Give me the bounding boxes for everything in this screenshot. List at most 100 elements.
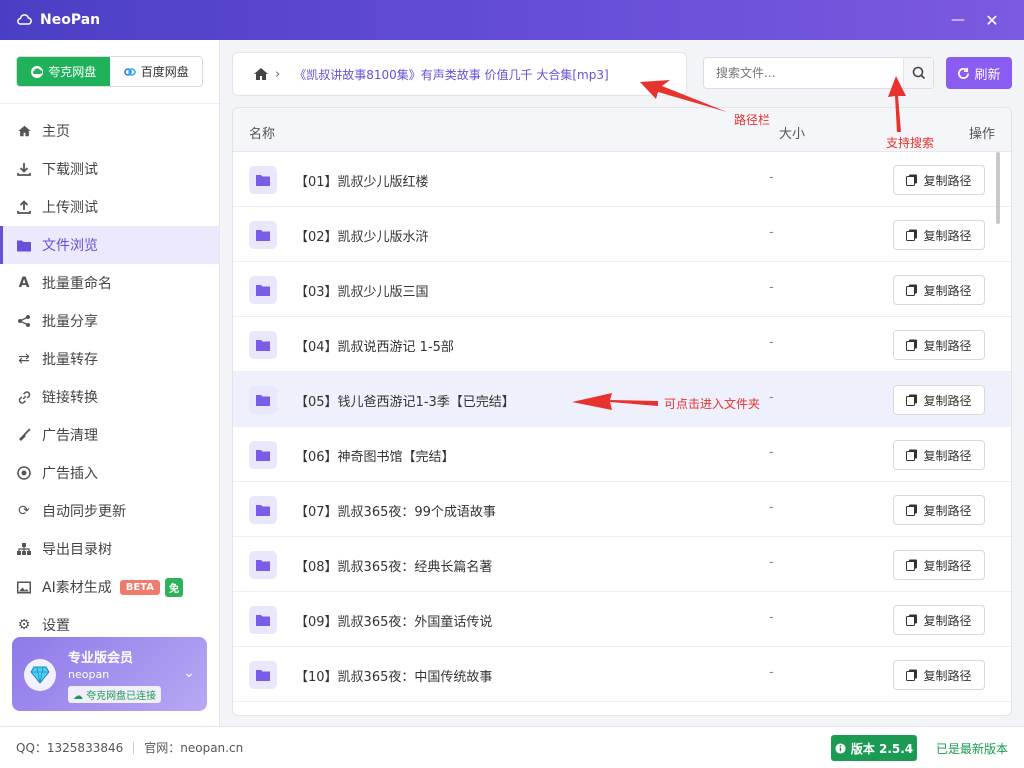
file-size: -	[769, 225, 774, 240]
copy-path-label: 复制路径	[923, 228, 972, 243]
copy-icon	[906, 614, 918, 626]
quark-cloud-icon	[31, 65, 44, 78]
copy-path-button[interactable]: 复制路径	[893, 440, 985, 470]
sidebar-item-11[interactable]: 导出目录树	[0, 530, 219, 568]
table-scrollbar[interactable]	[996, 152, 1000, 224]
copy-path-label: 复制路径	[923, 503, 972, 518]
sidebar-item-label: 导出目录树	[42, 542, 112, 558]
sidebar-item-3[interactable]: 文件浏览	[0, 226, 219, 264]
baidu-drive-tab[interactable]: 百度网盘	[110, 57, 203, 86]
search-button[interactable]	[903, 58, 933, 88]
table-row[interactable]: 【09】凯叔365夜：外国童话传说 - 复制路径	[233, 592, 1011, 647]
sidebar-item-label: AI素材生成	[42, 580, 112, 596]
copy-icon	[906, 504, 918, 516]
table-row[interactable]: 【07】凯叔365夜：99个成语故事 - 复制路径	[233, 482, 1011, 537]
file-name[interactable]: 【01】凯叔少儿版红楼	[295, 171, 429, 190]
folder-icon	[249, 221, 277, 249]
sidebar-item-5[interactable]: 批量分享	[0, 302, 219, 340]
table-row[interactable]: 【08】凯叔365夜：经典长篇名著 - 复制路径	[233, 537, 1011, 592]
file-name[interactable]: 【07】凯叔365夜：99个成语故事	[295, 501, 496, 520]
info-icon	[835, 742, 846, 754]
table-row[interactable]: 【05】钱儿爸西游记1-3季【已完结】 - 复制路径	[233, 372, 1011, 427]
copy-path-label: 复制路径	[923, 613, 972, 628]
website-link[interactable]: 官网：neopan.cn	[144, 739, 243, 756]
copy-icon	[906, 559, 918, 571]
copy-icon	[906, 284, 918, 296]
copy-path-button[interactable]: 复制路径	[893, 275, 985, 305]
sidebar-item-1[interactable]: 下载测试	[0, 150, 219, 188]
settings-icon: ⚙	[17, 617, 31, 633]
file-name[interactable]: 【04】凯叔说西游记 1-5部	[295, 336, 454, 355]
copy-path-button[interactable]: 复制路径	[893, 660, 985, 690]
file-name[interactable]: 【03】凯叔少儿版三国	[295, 281, 429, 300]
copy-path-button[interactable]: 复制路径	[893, 550, 985, 580]
file-size: -	[769, 390, 774, 405]
update-status: 已是最新版本	[936, 742, 1009, 756]
copy-path-button[interactable]: 复制路径	[893, 330, 985, 360]
sidebar-item-7[interactable]: 链接转换	[0, 378, 219, 416]
refresh-icon	[958, 67, 970, 79]
member-card[interactable]: 专业版会员 neopan ☁ 夸克网盘已连接 ⌄	[12, 637, 207, 711]
baidu-cloud-icon	[123, 67, 136, 76]
diamond-icon	[24, 659, 56, 691]
file-name[interactable]: 【06】神奇图书馆【完结】	[295, 446, 455, 465]
version-label: 版本 2.5.4	[850, 741, 914, 756]
chevron-down-icon[interactable]: ⌄	[183, 665, 195, 681]
file-size: -	[769, 500, 774, 515]
table-row[interactable]: 【02】凯叔少儿版水浒 - 复制路径	[233, 207, 1011, 262]
sidebar-item-6[interactable]: ⇄ 批量转存	[0, 340, 219, 378]
quark-drive-tab[interactable]: 夸克网盘	[17, 57, 110, 86]
table-row[interactable]: 【04】凯叔说西游记 1-5部 - 复制路径	[233, 317, 1011, 372]
file-name[interactable]: 【10】凯叔365夜：中国传统故事	[295, 666, 492, 685]
sidebar-item-2[interactable]: 上传测试	[0, 188, 219, 226]
sidebar-item-9[interactable]: 广告插入	[0, 454, 219, 492]
copy-icon	[906, 339, 918, 351]
search-input[interactable]	[704, 58, 903, 88]
copy-path-label: 复制路径	[923, 558, 972, 573]
copy-path-button[interactable]: 复制路径	[893, 220, 985, 250]
transfer-icon: ⇄	[18, 351, 30, 367]
file-size: -	[769, 335, 774, 350]
copy-path-label: 复制路径	[923, 448, 972, 463]
table-row[interactable]: 【03】凯叔少儿版三国 - 复制路径	[233, 262, 1011, 317]
copy-path-button[interactable]: 复制路径	[893, 165, 985, 195]
breadcrumb-path[interactable]: 《凯叔讲故事8100集》有声类故事 价值几千 大合集[mp3]	[294, 66, 608, 83]
home-icon[interactable]	[253, 66, 269, 82]
font-icon: A	[18, 275, 30, 291]
file-name[interactable]: 【02】凯叔少儿版水浒	[295, 226, 429, 245]
file-name[interactable]: 【09】凯叔365夜：外国童话传说	[295, 611, 492, 630]
folder-icon	[249, 441, 277, 469]
qq-contact: QQ：1325833846	[16, 741, 124, 755]
column-header-size[interactable]: 大小	[779, 123, 805, 142]
refresh-button[interactable]: 刷新	[946, 57, 1012, 89]
free-badge: 免	[164, 577, 183, 597]
sidebar-item-label: 自动同步更新	[42, 504, 126, 520]
sidebar-item-label: 批量重命名	[42, 276, 112, 292]
file-name[interactable]: 【08】凯叔365夜：经典长篇名著	[295, 556, 492, 575]
file-name[interactable]: 【05】钱儿爸西游记1-3季【已完结】	[295, 391, 515, 410]
copy-path-label: 复制路径	[923, 393, 972, 408]
sidebar-item-8[interactable]: 广告清理	[0, 416, 219, 454]
table-row[interactable]: 【10】凯叔365夜：中国传统故事 - 复制路径	[233, 647, 1011, 702]
search-annotation-label: 支持搜索	[886, 136, 935, 150]
file-size: -	[769, 555, 774, 570]
sidebar-item-0[interactable]: 主页	[0, 112, 219, 150]
baidu-drive-label: 百度网盘	[140, 65, 189, 79]
breadcrumb: › 《凯叔讲故事8100集》有声类故事 价值几千 大合集[mp3]	[232, 52, 687, 96]
sidebar-item-12[interactable]: AI素材生成 BETA 免	[0, 568, 219, 606]
file-size: -	[769, 445, 774, 460]
close-button[interactable]: ✕	[972, 0, 1012, 40]
table-row[interactable]: 【06】神奇图书馆【完结】 - 复制路径	[233, 427, 1011, 482]
copy-path-button[interactable]: 复制路径	[893, 495, 985, 525]
sidebar-item-10[interactable]: ⟳ 自动同步更新	[0, 492, 219, 530]
search-box	[703, 57, 934, 89]
copy-path-button[interactable]: 复制路径	[893, 385, 985, 415]
version-badge[interactable]: 版本 2.5.4	[831, 735, 917, 761]
column-header-name[interactable]: 名称	[249, 123, 275, 142]
sidebar-item-label: 批量分享	[42, 314, 98, 330]
sidebar-item-4[interactable]: A 批量重命名	[0, 264, 219, 302]
table-row[interactable]: 【01】凯叔少儿版红楼 - 复制路径	[233, 152, 1011, 207]
copy-icon	[906, 449, 918, 461]
app-title: NeoPan	[40, 12, 101, 28]
copy-path-button[interactable]: 复制路径	[893, 605, 985, 635]
